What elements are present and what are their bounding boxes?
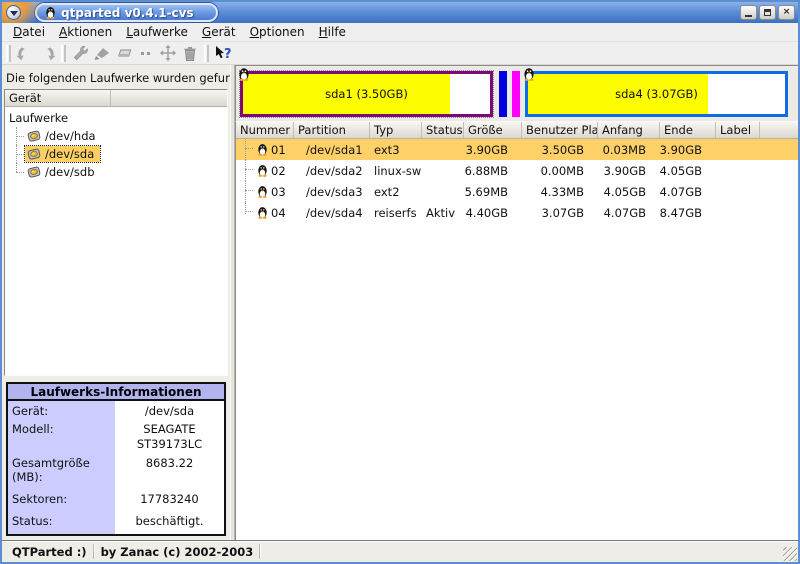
info-value-modell: SEAGATE ST39173LC — [125, 420, 215, 454]
info-value-sektoren: 17783240 — [115, 490, 224, 512]
info-value-status: beschäftigt. — [115, 512, 224, 532]
device-tree-header[interactable]: Gerät — [5, 90, 227, 107]
tree-branch-line — [13, 127, 25, 145]
partition-block-sda2[interactable] — [499, 71, 507, 117]
create-icon[interactable] — [91, 43, 113, 63]
info-label-status: Status: — [8, 512, 115, 532]
tree-root-laufwerke[interactable]: Laufwerke — [5, 109, 227, 127]
qtparted-window: qtparted v0.4.1-cvs × Datei Aktionen Lau… — [0, 0, 800, 564]
info-label-sektoren: Sektoren: — [8, 490, 115, 512]
table-row-sda3[interactable]: 03 /dev/sda3 ext2 15.69MB 4.33MB 4.05GB … — [236, 181, 798, 202]
menu-geraet[interactable]: Gerät — [195, 24, 243, 40]
device-tree: Gerät Laufwerke /dev/hda — [4, 89, 228, 376]
info-label-modell: Modell: — [8, 420, 115, 454]
redo-icon[interactable] — [36, 43, 58, 63]
chevron-down-icon — [10, 11, 18, 16]
toolbar-handle[interactable] — [61, 45, 66, 62]
partition-block-label: sda4 (3.07GB) — [528, 74, 785, 114]
toolbar: ? — [2, 42, 798, 65]
partition-block-sda3[interactable] — [512, 71, 520, 117]
window-title: qtparted v0.4.1-cvs — [61, 6, 194, 20]
drive-icon — [27, 147, 41, 161]
menu-bar: Datei Aktionen Laufwerke Gerät Optionen … — [2, 23, 798, 42]
partition-table: Nummer Partition Typ Status Größe Benutz… — [235, 122, 798, 540]
drive-icon — [27, 165, 41, 179]
move-icon[interactable] — [157, 43, 179, 63]
info-value-geraet: /dev/sda — [115, 402, 224, 420]
partition-block-sda4[interactable]: sda4 (3.07GB) — [525, 71, 788, 117]
whats-this-icon[interactable]: ? — [212, 43, 234, 63]
eraser-icon[interactable] — [113, 43, 135, 63]
window-menu-button[interactable] — [6, 5, 21, 20]
menu-optionen[interactable]: Optionen — [243, 24, 312, 40]
menu-aktionen[interactable]: Aktionen — [52, 24, 119, 40]
menu-hilfe[interactable]: Hilfe — [312, 24, 353, 40]
tree-branch-line — [242, 160, 254, 181]
found-devices-label: Die folgenden Laufwerke wurden gefunden: — [4, 67, 228, 89]
svg-text:?: ? — [224, 47, 232, 62]
drive-info-panel: Laufwerks-Informationen Gerät: Modell: G… — [6, 382, 226, 536]
info-value-gesamtgroesse: 8683.22 — [115, 454, 224, 490]
undo-icon[interactable] — [14, 43, 36, 63]
tux-icon — [257, 185, 268, 198]
tree-item-dev-sdb[interactable]: /dev/sdb — [5, 163, 227, 181]
col-anfang[interactable]: Anfang — [598, 122, 660, 138]
toolbar-handle[interactable] — [204, 45, 209, 62]
col-nummer[interactable]: Nummer — [236, 122, 294, 138]
tux-icon — [238, 67, 250, 81]
resize-grip[interactable] — [783, 547, 797, 561]
col-label[interactable]: Label — [716, 122, 760, 138]
partition-block-label: sda1 (3.50GB) — [243, 74, 490, 114]
col-status[interactable]: Status — [422, 122, 464, 138]
info-label-geraet: Gerät: — [8, 402, 115, 420]
drive-info-title: Laufwerks-Informationen — [8, 384, 224, 401]
status-bar: QTParted :) by Zanac (c) 2002-2003 — [2, 540, 798, 562]
info-label-gesamtgroesse: Gesamtgröße (MB): — [8, 454, 115, 490]
status-credit-label: by Zanac (c) 2002-2003 — [95, 545, 260, 559]
table-row-sda1[interactable]: 01 /dev/sda1 ext3 3.90GB 3.50GB 0.03MB 3… — [236, 139, 798, 160]
close-button[interactable]: × — [778, 5, 795, 20]
tree-branch-line — [242, 181, 254, 202]
tux-icon — [257, 164, 268, 177]
maximize-button[interactable] — [759, 5, 776, 20]
status-separator — [259, 544, 261, 559]
col-benutzer-platz[interactable]: Benutzer Platz — [522, 122, 598, 138]
tree-item-dev-sda[interactable]: /dev/sda — [5, 145, 227, 163]
partition-block-sda1[interactable]: sda1 (3.50GB) — [240, 71, 493, 117]
property-icon[interactable] — [69, 43, 91, 63]
tree-branch-line — [242, 202, 254, 223]
title-bar[interactable]: qtparted v0.4.1-cvs × — [2, 2, 798, 23]
resize-icon[interactable] — [135, 43, 157, 63]
app-icon — [45, 6, 56, 19]
tree-item-dev-hda[interactable]: /dev/hda — [5, 127, 227, 145]
tree-branch-line — [13, 145, 25, 163]
minimize-icon — [745, 15, 752, 17]
device-pane: Die folgenden Laufwerke wurden gefunden:… — [2, 65, 230, 540]
maximize-icon — [764, 9, 771, 16]
partition-table-header: Nummer Partition Typ Status Größe Benutz… — [236, 122, 798, 139]
disk-partition-view: sda1 (3.50GB) sda4 (3.07GB) — [235, 65, 798, 122]
minimize-button[interactable] — [740, 5, 757, 20]
tree-branch-line — [242, 139, 254, 160]
title-pill: qtparted v0.4.1-cvs — [35, 3, 218, 22]
col-typ[interactable]: Typ — [370, 122, 422, 138]
table-row-sda2[interactable]: 02 /dev/sda2 linux-swap 156.88MB 0.00MB … — [236, 160, 798, 181]
geraet-column-header[interactable]: Gerät — [5, 90, 111, 106]
trash-icon[interactable] — [179, 43, 201, 63]
table-row-sda4[interactable]: 04 /dev/sda4 reiserfs Aktiv 4.40GB 3.07G… — [236, 202, 798, 223]
col-groesse[interactable]: Größe — [464, 122, 522, 138]
drive-icon — [27, 129, 41, 143]
tux-icon — [257, 143, 268, 156]
col-ende[interactable]: Ende — [660, 122, 716, 138]
tux-icon — [257, 206, 268, 219]
menu-datei[interactable]: Datei — [6, 24, 52, 40]
tree-branch-line — [13, 163, 25, 181]
status-app-label: QTParted :) — [6, 545, 93, 559]
col-partition[interactable]: Partition — [294, 122, 370, 138]
toolbar-handle[interactable] — [6, 45, 11, 62]
menu-laufwerke[interactable]: Laufwerke — [119, 24, 195, 40]
tux-icon — [523, 67, 535, 81]
close-icon: × — [783, 8, 791, 17]
